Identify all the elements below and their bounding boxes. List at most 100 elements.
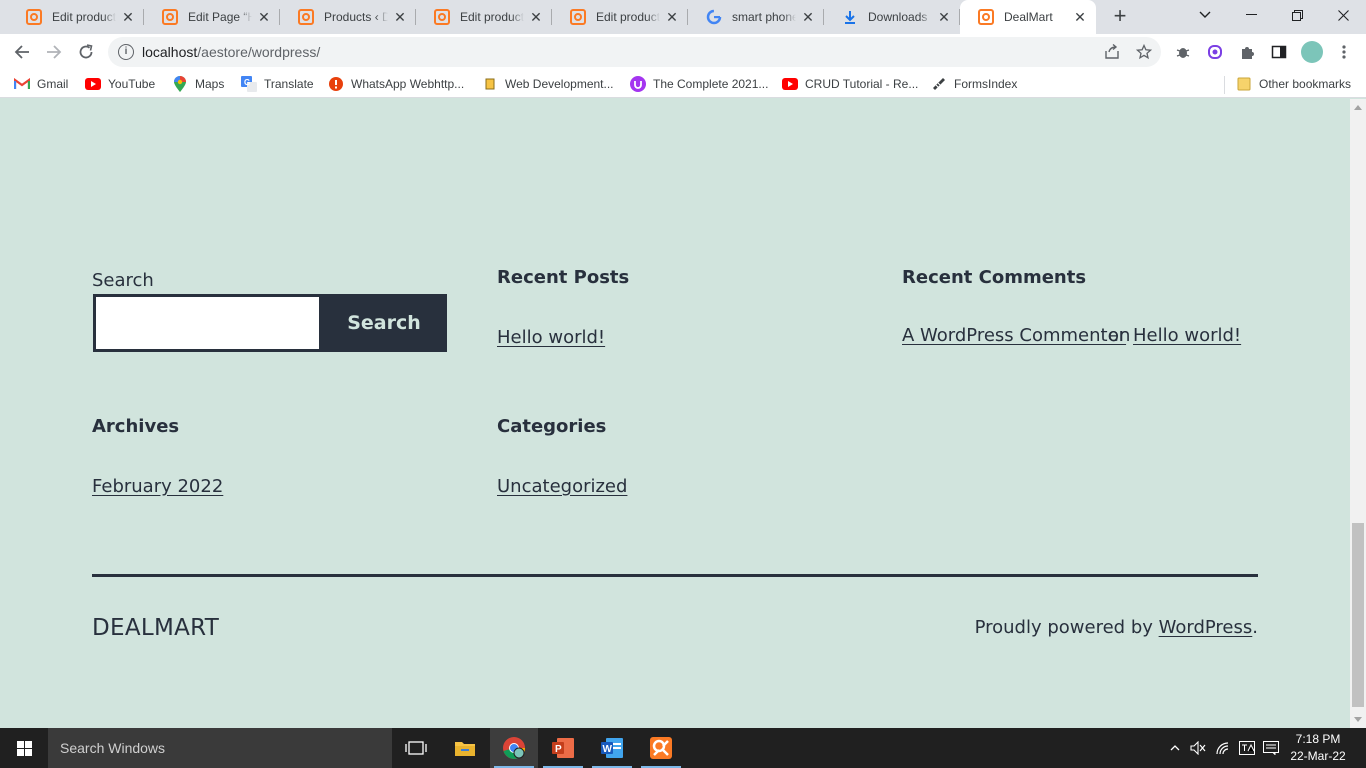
archive-link[interactable]: February 2022 [92, 476, 223, 497]
volume-muted-icon[interactable] [1188, 728, 1208, 768]
svg-text:P: P [555, 744, 562, 755]
system-clock[interactable]: 7:18 PM 22-Mar-22 [1286, 731, 1350, 765]
browser-tab[interactable]: Edit product “ ✕ [8, 0, 144, 34]
new-tab-button[interactable]: + [1109, 5, 1131, 28]
scroll-down-icon[interactable] [1354, 717, 1362, 722]
xampp-icon [26, 9, 42, 25]
folder-icon [1236, 76, 1252, 92]
category-link[interactable]: Uncategorized [497, 476, 627, 497]
close-tab-icon[interactable]: ✕ [664, 9, 680, 25]
youtube-icon [85, 76, 101, 92]
search-button[interactable]: Search [321, 294, 447, 352]
start-button[interactable] [0, 728, 48, 768]
windows-search-box[interactable]: Search Windows [48, 728, 392, 768]
comment-author-link[interactable]: A WordPress Commenter [902, 325, 1126, 346]
comment-on-text: on [1108, 325, 1131, 346]
browser-tab[interactable]: Edit product “ ✕ [552, 0, 688, 34]
close-tab-icon[interactable]: ✕ [936, 9, 952, 25]
browser-tab-active[interactable]: DealMart ✕ [960, 0, 1096, 34]
close-tab-icon[interactable]: ✕ [120, 9, 136, 25]
windows-icon [16, 740, 32, 756]
bookmark-web-development[interactable]: Web Development... [482, 75, 614, 93]
profile-avatar[interactable] [1301, 41, 1323, 63]
minimize-icon[interactable] [1228, 0, 1274, 30]
tab-title: smart phone [732, 10, 796, 24]
puzzle-icon[interactable] [1237, 42, 1257, 62]
notifications-icon[interactable] [1261, 728, 1281, 768]
task-view-icon[interactable] [392, 728, 440, 768]
menu-dots-icon[interactable] [1334, 42, 1354, 62]
forward-icon[interactable] [40, 38, 68, 66]
extension-purple-icon[interactable] [1205, 42, 1225, 62]
share-icon[interactable] [1104, 43, 1120, 60]
browser-tab[interactable]: smart phone ✕ [688, 0, 824, 34]
file-explorer-icon[interactable] [441, 728, 489, 768]
bookmark-crud-tutorial[interactable]: CRUD Tutorial - Re... [782, 75, 918, 93]
close-tab-icon[interactable]: ✕ [528, 9, 544, 25]
scrollbar-thumb[interactable] [1352, 523, 1364, 707]
reload-icon[interactable] [72, 38, 100, 66]
recent-comments-title: Recent Comments [902, 267, 1087, 288]
tab-title: Downloads [868, 10, 928, 24]
bookmark-maps[interactable]: Maps [172, 75, 224, 93]
bug-extension-icon[interactable] [1173, 42, 1193, 62]
back-icon[interactable] [8, 38, 36, 66]
show-hidden-icons[interactable] [1166, 728, 1184, 768]
tab-title: Edit product “ [460, 10, 524, 24]
url-text: localhost/aestore/wordpress/ [142, 44, 321, 60]
xampp-icon [978, 9, 994, 25]
xampp-icon [570, 9, 586, 25]
footer-divider [92, 574, 1258, 577]
close-tab-icon[interactable]: ✕ [1072, 9, 1088, 25]
bookmark-youtube[interactable]: YouTube [85, 75, 155, 93]
browser-tab[interactable]: Products ‹ De ✕ [280, 0, 416, 34]
categories-title: Categories [497, 416, 607, 437]
close-tab-icon[interactable]: ✕ [256, 9, 272, 25]
xampp-icon [434, 9, 450, 25]
bookmark-translate[interactable]: G Translate [241, 75, 314, 93]
translate-icon: G [241, 76, 257, 92]
tab-strip: Edit product “ ✕ Edit Page “Ho ✕ Product… [0, 0, 1366, 34]
forms-icon [931, 76, 947, 92]
close-window-icon[interactable] [1320, 0, 1366, 30]
powered-by: Proudly powered by WordPress. [974, 617, 1258, 638]
tab-search-icon[interactable] [1182, 0, 1228, 30]
close-tab-icon[interactable]: ✕ [800, 9, 816, 25]
wordpress-link[interactable]: WordPress [1159, 617, 1253, 638]
browser-tab[interactable]: Edit product “ ✕ [416, 0, 552, 34]
vertical-scrollbar[interactable] [1350, 99, 1366, 728]
bookmarks-bar: Gmail YouTube Maps G Translate WhatsApp … [0, 70, 1366, 98]
recent-post-link[interactable]: Hello world! [497, 327, 605, 348]
windows-taskbar: Search Windows P W 7:18 PM 22-Mar-22 [0, 728, 1366, 768]
comment-post-link[interactable]: Hello world! [1133, 325, 1241, 346]
browser-tab[interactable]: Edit Page “Ho ✕ [144, 0, 280, 34]
download-icon [842, 9, 858, 25]
other-bookmarks[interactable]: Other bookmarks [1236, 75, 1351, 93]
site-title-link[interactable]: DEALMART [92, 615, 219, 641]
bookmark-gmail[interactable]: Gmail [14, 75, 68, 93]
star-icon[interactable] [1135, 43, 1153, 60]
bookmark-formsindex[interactable]: FormsIndex [931, 75, 1017, 93]
scroll-up-icon[interactable] [1354, 105, 1362, 110]
gmail-icon [14, 76, 30, 92]
bookmark-whatsapp[interactable]: WhatsApp Webhttp... [328, 75, 464, 93]
side-panel-icon[interactable] [1269, 42, 1289, 62]
webpage-footer: Search Search Recent Posts Hello world! … [0, 99, 1350, 728]
restore-icon[interactable] [1274, 0, 1320, 30]
network-icon[interactable] [1213, 728, 1233, 768]
word-icon[interactable]: W [588, 728, 636, 768]
search-input[interactable] [93, 294, 322, 352]
chrome-taskbar-icon[interactable] [490, 728, 538, 768]
svg-text:G: G [244, 78, 250, 87]
close-tab-icon[interactable]: ✕ [392, 9, 408, 25]
browser-tab[interactable]: Downloads ✕ [824, 0, 960, 34]
address-bar[interactable]: i localhost/aestore/wordpress/ [108, 37, 1161, 67]
language-icon[interactable] [1237, 728, 1257, 768]
archives-title: Archives [92, 416, 180, 437]
site-info-icon[interactable]: i [118, 44, 134, 60]
recent-posts-title: Recent Posts [497, 267, 630, 288]
powerpoint-icon[interactable]: P [539, 728, 587, 768]
xampp-taskbar-icon[interactable] [637, 728, 685, 768]
bookmark-complete-2021[interactable]: The Complete 2021... [630, 75, 768, 93]
tab-title: Edit product “ [52, 10, 116, 24]
